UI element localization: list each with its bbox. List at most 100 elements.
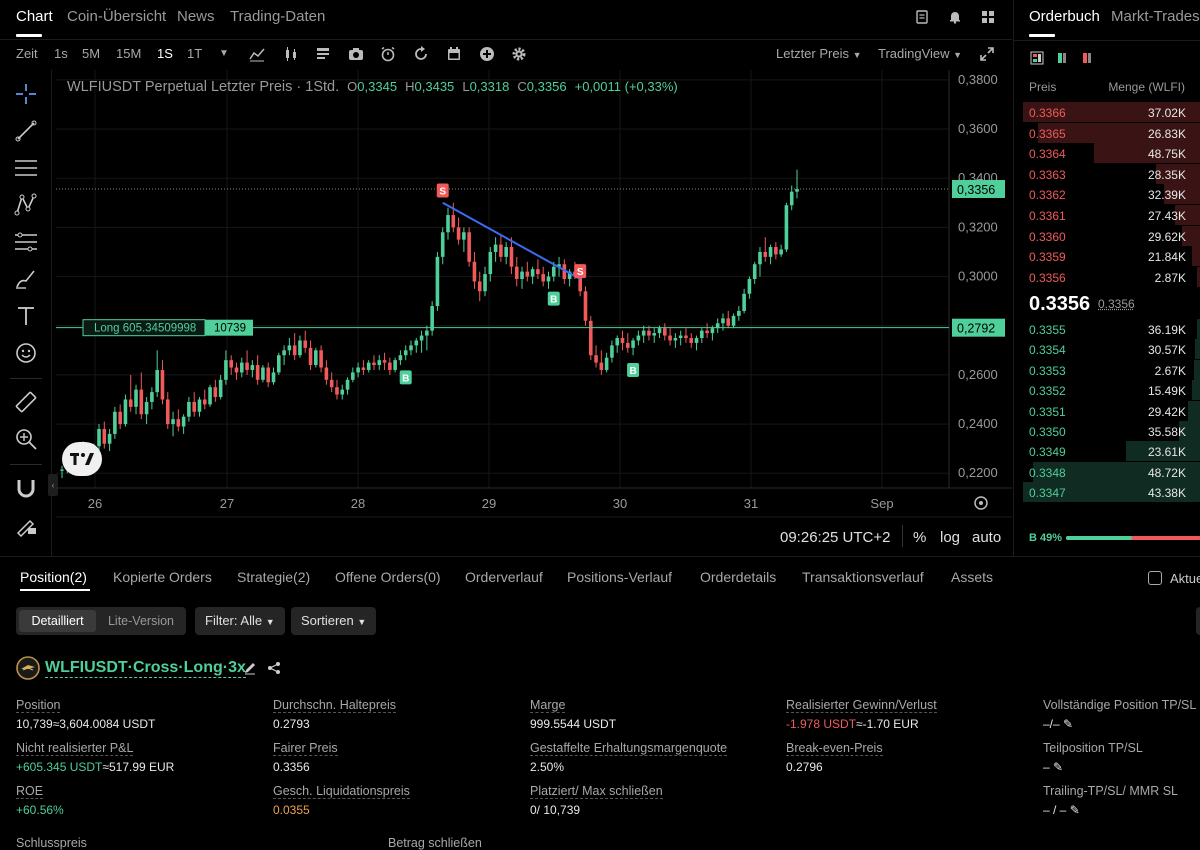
tab-position-history[interactable]: Positions-Verlauf bbox=[567, 569, 672, 585]
ruler-icon[interactable] bbox=[14, 390, 38, 414]
text-tool-icon[interactable] bbox=[14, 304, 38, 328]
edit-icon[interactable]: ✎ bbox=[1063, 717, 1073, 731]
notes-icon[interactable] bbox=[915, 10, 929, 24]
template-icon[interactable] bbox=[315, 46, 331, 62]
partial-tpsl[interactable]: – ✎ bbox=[1043, 760, 1063, 774]
interval-time[interactable]: Zeit bbox=[16, 46, 38, 61]
price-chart[interactable]: 0,38000,36000,34000,32000,30000,28000,26… bbox=[56, 70, 1012, 556]
camera-icon[interactable] bbox=[348, 46, 364, 62]
bid-row[interactable]: 0.3355 36.19K bbox=[1014, 319, 1200, 339]
tab-copied-orders[interactable]: Kopierte Orders bbox=[113, 569, 212, 585]
settings-gear-icon[interactable] bbox=[511, 46, 527, 62]
tab-market-trades[interactable]: Markt-Trades bbox=[1111, 8, 1200, 25]
share-icon[interactable] bbox=[267, 661, 281, 675]
auto-scale-toggle[interactable]: auto bbox=[972, 529, 1001, 546]
trailing-tpsl[interactable]: – / – ✎ bbox=[1043, 803, 1080, 817]
fullscreen-icon[interactable] bbox=[979, 46, 995, 62]
trend-line-icon[interactable] bbox=[14, 119, 38, 143]
chart-provider-select[interactable]: TradingView ▼ bbox=[878, 46, 962, 61]
candle-type-icon[interactable] bbox=[283, 46, 299, 62]
pattern-icon[interactable] bbox=[14, 193, 38, 217]
ask-row[interactable]: 0.3361 27.43K bbox=[1014, 205, 1200, 225]
lock-drawing-icon[interactable] bbox=[14, 513, 38, 537]
bid-row[interactable]: 0.3354 30.57K bbox=[1014, 339, 1200, 360]
alarm-icon[interactable] bbox=[380, 46, 396, 62]
indicators-icon[interactable] bbox=[249, 46, 265, 62]
full-tpsl[interactable]: –/– ✎ bbox=[1043, 717, 1073, 731]
fibonacci-icon[interactable] bbox=[14, 230, 38, 254]
bid-row[interactable]: 0.3350 35.58K bbox=[1014, 421, 1200, 441]
tab-order-history[interactable]: Orderverlauf bbox=[465, 569, 543, 585]
brush-icon[interactable] bbox=[14, 267, 38, 291]
calendar-icon[interactable] bbox=[446, 46, 462, 62]
bid-quantity: 30.57K bbox=[1147, 343, 1186, 358]
ask-row[interactable]: 0.3362 32.39K bbox=[1014, 184, 1200, 205]
crosshair-icon[interactable] bbox=[14, 82, 38, 106]
interval-5m[interactable]: 5M bbox=[82, 46, 100, 61]
current-only-checkbox[interactable] bbox=[1148, 571, 1162, 585]
tab-chart[interactable]: Chart bbox=[16, 8, 53, 37]
bid-row[interactable]: 0.3353 2.67K bbox=[1014, 359, 1200, 380]
magnet-icon[interactable] bbox=[14, 476, 38, 500]
add-icon[interactable] bbox=[479, 46, 495, 62]
bid-row[interactable]: 0.3352 15.49K bbox=[1014, 380, 1200, 401]
tab-trading-data[interactable]: Trading-Daten bbox=[230, 8, 325, 25]
interval-1d[interactable]: 1T bbox=[187, 46, 202, 61]
tab-positions[interactable]: Position(2) bbox=[20, 569, 87, 585]
interval-1h[interactable]: 1S bbox=[157, 46, 173, 61]
tab-strategy[interactable]: Strategie(2) bbox=[237, 569, 310, 585]
orderbook-asks-view-icon[interactable] bbox=[1080, 51, 1094, 65]
interval-15m[interactable]: 15M bbox=[116, 46, 141, 61]
tab-transaction-history[interactable]: Transaktionsverlauf bbox=[802, 569, 924, 585]
ask-row[interactable]: 0.3363 28.35K bbox=[1014, 163, 1200, 184]
sort-dropdown[interactable]: Sortieren ▼ bbox=[291, 607, 377, 635]
horizontal-lines-icon[interactable] bbox=[14, 156, 38, 180]
bid-row[interactable]: 0.3348 48.72K bbox=[1014, 461, 1200, 482]
grid-layout-icon[interactable] bbox=[981, 10, 995, 24]
bid-row[interactable]: 0.3347 43.38K bbox=[1014, 482, 1200, 503]
candle-body bbox=[789, 191, 794, 206]
log-scale-toggle[interactable]: log bbox=[940, 529, 960, 546]
edit-icon[interactable] bbox=[243, 661, 257, 675]
x-tick-label: 29 bbox=[482, 496, 496, 511]
ask-row[interactable]: 0.3364 48.75K bbox=[1014, 143, 1200, 164]
bid-row[interactable]: 0.3351 29.42K bbox=[1014, 400, 1200, 421]
ask-row[interactable]: 0.3359 21.84K bbox=[1014, 246, 1200, 267]
tab-orderbook[interactable]: Orderbuch bbox=[1029, 8, 1100, 37]
ask-row[interactable]: 0.3365 26.83K bbox=[1014, 122, 1200, 143]
bid-row[interactable]: 0.3349 23.61K bbox=[1014, 441, 1200, 462]
ask-row[interactable]: 0.3366 37.02K bbox=[1014, 102, 1200, 122]
tab-news[interactable]: News bbox=[177, 8, 215, 25]
marker-label: B bbox=[629, 366, 636, 377]
edit-icon[interactable]: ✎ bbox=[1053, 760, 1063, 774]
interval-dropdown-icon[interactable]: ▼ bbox=[219, 48, 229, 59]
tab-order-details[interactable]: Orderdetails bbox=[700, 569, 776, 585]
bid-quantity: 36.19K bbox=[1147, 323, 1186, 337]
tab-coin-overview[interactable]: Coin-Übersicht bbox=[67, 8, 166, 25]
realized-pnl: -1.978 USDT≈-1.70 EUR bbox=[786, 717, 919, 731]
replay-icon[interactable] bbox=[413, 46, 429, 62]
tab-assets[interactable]: Assets bbox=[951, 569, 993, 585]
price-mode-select[interactable]: Letzter Preis ▼ bbox=[776, 46, 862, 61]
view-detailed-button[interactable]: Detailliert bbox=[19, 610, 96, 632]
view-lite-button[interactable]: Lite-Version bbox=[99, 610, 183, 632]
ask-row[interactable]: 0.3360 29.62K bbox=[1014, 225, 1200, 246]
filter-dropdown[interactable]: Filter: Alle ▼ bbox=[195, 607, 285, 635]
realized-pnl-eur: ≈-1.70 EUR bbox=[856, 717, 919, 731]
position-title[interactable]: WLFIUSDT·Cross·Long·3x bbox=[45, 659, 246, 678]
extra-button[interactable] bbox=[1196, 607, 1200, 635]
candle-body bbox=[631, 340, 635, 348]
edit-icon[interactable]: ✎ bbox=[1070, 803, 1080, 817]
orderbook-both-view-icon[interactable] bbox=[1030, 51, 1044, 65]
percent-scale-toggle[interactable]: % bbox=[913, 529, 926, 546]
bell-icon[interactable] bbox=[948, 10, 962, 24]
orderbook-bids-view-icon[interactable] bbox=[1055, 51, 1069, 65]
roe-value: +60.56% bbox=[16, 803, 64, 817]
zoom-in-icon[interactable] bbox=[14, 427, 38, 451]
tab-open-orders[interactable]: Offene Orders(0) bbox=[335, 569, 441, 585]
ask-row[interactable]: 0.3356 2.87K bbox=[1014, 266, 1200, 287]
tradingview-logo[interactable] bbox=[62, 442, 102, 476]
emoji-icon[interactable] bbox=[14, 341, 38, 365]
interval-1s[interactable]: 1s bbox=[54, 46, 68, 61]
ask-quantity: 48.75K bbox=[1147, 147, 1186, 162]
